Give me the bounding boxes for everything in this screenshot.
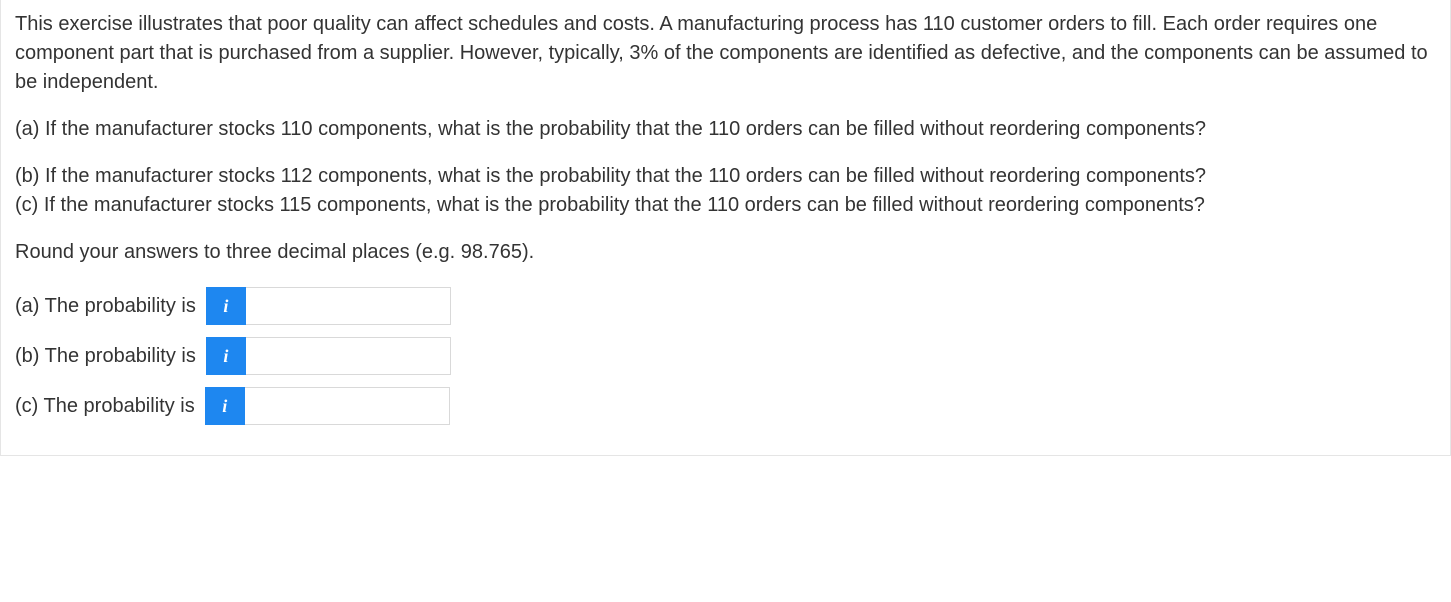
info-icon-glyph: i: [223, 293, 228, 319]
info-icon-glyph: i: [222, 393, 227, 419]
answer-a-label: (a) The probability is: [15, 292, 206, 321]
info-icon[interactable]: i: [206, 337, 246, 375]
answers-section: (a) The probability is i (b) The probabi…: [15, 287, 1436, 425]
question-c: (c) If the manufacturer stocks 115 compo…: [15, 191, 1436, 220]
answer-row-c: (c) The probability is i: [15, 387, 1436, 425]
info-icon[interactable]: i: [206, 287, 246, 325]
question-container: This exercise illustrates that poor qual…: [0, 0, 1451, 456]
info-icon[interactable]: i: [205, 387, 245, 425]
question-a: (a) If the manufacturer stocks 110 compo…: [15, 115, 1436, 144]
answer-a-input[interactable]: [246, 287, 451, 325]
answer-c-label: (c) The probability is: [15, 392, 205, 421]
info-icon-glyph: i: [223, 343, 228, 369]
answer-b-input[interactable]: [246, 337, 451, 375]
answer-c-input[interactable]: [245, 387, 450, 425]
rounding-instruction: Round your answers to three decimal plac…: [15, 238, 1436, 267]
answer-row-a: (a) The probability is i: [15, 287, 1436, 325]
answer-b-label: (b) The probability is: [15, 342, 206, 371]
answer-row-b: (b) The probability is i: [15, 337, 1436, 375]
intro-paragraph: This exercise illustrates that poor qual…: [15, 10, 1436, 97]
question-b: (b) If the manufacturer stocks 112 compo…: [15, 162, 1436, 191]
